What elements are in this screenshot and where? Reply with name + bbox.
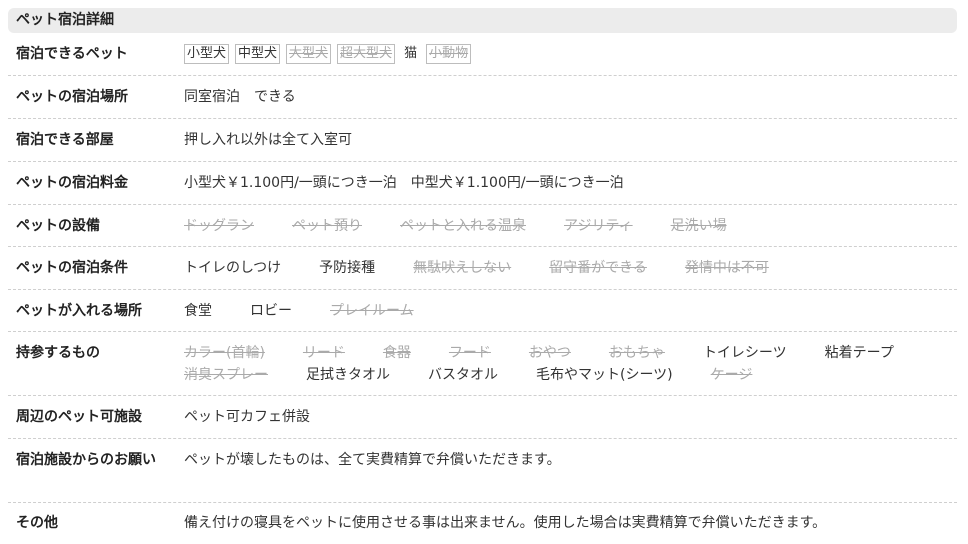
row-label: 宿泊できるペット [16,46,128,62]
row-value: 備え付けの寝具をペットに使用させる事は出来ません。使用した場合は実費精算で弁償い… [184,515,827,531]
row-label: その他 [16,515,58,531]
list-item: トイレシーツ [702,345,787,361]
row-label: 宿泊できる部屋 [16,132,114,148]
list-item: 食堂 [184,303,212,319]
list-item: 消臭スプレー [184,367,268,383]
list-item: おやつ [528,345,571,361]
condition-list: トイレのしつけ 予防接種 無駄吠えしない 留守番ができる 発情中は不可 [184,257,949,279]
list-item: 粘着テープ [824,345,894,361]
pet-type-tag: 超大型犬 [337,44,396,64]
row-fee: ペットの宿泊料金 小型犬￥1.100円/一頭につき一泊 中型犬￥1.100円/一… [8,162,957,205]
facility-list: ドッグラン ペット預り ペットと入れる温泉 アジリティ 足洗い場 [184,215,949,237]
row-label: ペットの設備 [16,218,100,234]
list-item: 毛布やマット(シーツ) [536,367,673,383]
list-item: アジリティ [564,218,633,234]
list-item: おもちゃ [608,345,665,361]
row-rooms: 宿泊できる部屋 押し入れ以外は全て入室可 [8,119,957,162]
list-item: 予防接種 [319,260,376,276]
pet-type-tag: 中型犬 [235,44,281,64]
row-label: 宿泊施設からのお願い [16,452,156,468]
row-label: ペットの宿泊料金 [16,175,128,191]
row-value: 小型犬￥1.100円/一頭につき一泊 中型犬￥1.100円/一頭につき一泊 [184,175,624,191]
pet-type-tag: 大型犬 [286,44,332,64]
row-value: 同室宿泊 できる [184,89,296,105]
list-item: 足拭きタオル [306,367,390,383]
list-item: ペットと入れる温泉 [400,218,526,234]
list-item: カラー(首輪) [184,345,265,361]
row-facilities: ペットの設備 ドッグラン ペット預り ペットと入れる温泉 アジリティ 足洗い場 [8,205,957,247]
list-item: 無駄吠えしない [413,260,512,276]
list-item: バスタオル [428,367,498,383]
list-item: 足洗い場 [670,218,727,234]
row-nearby: 周辺のペット可施設 ペット可カフェ併設 [8,396,957,439]
row-label: ペットの宿泊条件 [16,260,128,276]
row-value: ペットが壊したものは、全て実費精算で弁償いただきます。 [184,452,561,468]
row-value: ペット可カフェ併設 [184,409,310,425]
pet-type-tag: 小型犬 [184,44,230,64]
section-title: ペット宿泊詳細 [8,8,957,33]
row-areas: ペットが入れる場所 食堂 ロビー プレイルーム [8,290,957,332]
row-conditions: ペットの宿泊条件 トイレのしつけ 予防接種 無駄吠えしない 留守番ができる 発情中は不可 [8,247,957,290]
list-item: 留守番ができる [549,260,647,276]
row-value: 押し入れ以外は全て入室可 [184,132,352,148]
list-item: 食器 [382,345,411,361]
list-item: 発情中は不可 [684,260,769,276]
row-pets: 宿泊できるペット 小型犬 中型犬 大型犬 超大型犬猫小動物 [8,33,957,76]
bring-list-line2: 消臭スプレー 足拭きタオル バスタオル 毛布やマット(シーツ) ケージ [184,364,949,386]
pet-types: 小型犬 中型犬 大型犬 超大型犬猫小動物 [184,44,949,64]
row-label: ペットが入れる場所 [16,303,142,319]
row-label: 周辺のペット可施設 [16,409,142,425]
list-item: トイレのしつけ [184,260,282,276]
list-item: ロビー [250,303,292,319]
row-label: 持参するもの [16,345,100,361]
list-item: ドッグラン [184,218,254,234]
row-place: ペットの宿泊場所 同室宿泊 できる [8,76,957,119]
pet-stay-details: ペット宿泊詳細 宿泊できるペット 小型犬 中型犬 大型犬 超大型犬猫小動物 ペットの宿… [0,0,968,544]
row-bring: 持参するもの カラー(首輪) リード 食器 フード おやつ おもちゃ トイレシーツ 粘着テープ… [8,332,957,396]
row-label: ペットの宿泊場所 [16,89,128,105]
bring-list-line1: カラー(首輪) リード 食器 フード おやつ おもちゃ トイレシーツ 粘着テープ [184,342,949,364]
list-item: フード [448,345,491,361]
row-request: 宿泊施設からのお願い ペットが壊したものは、全て実費精算で弁償いただきます。 [8,439,957,503]
pet-type-tag: 猫 [404,46,418,61]
pet-type-tag: 小動物 [426,44,472,64]
list-item: プレイルーム [330,303,414,319]
list-item: リード [302,345,345,361]
area-list: 食堂 ロビー プレイルーム [184,300,949,322]
row-other: その他 備え付けの寝具をペットに使用させる事は出来ません。使用した場合は実費精算… [8,503,957,544]
list-item: ペット預り [292,218,362,234]
list-item: ケージ [710,367,753,383]
